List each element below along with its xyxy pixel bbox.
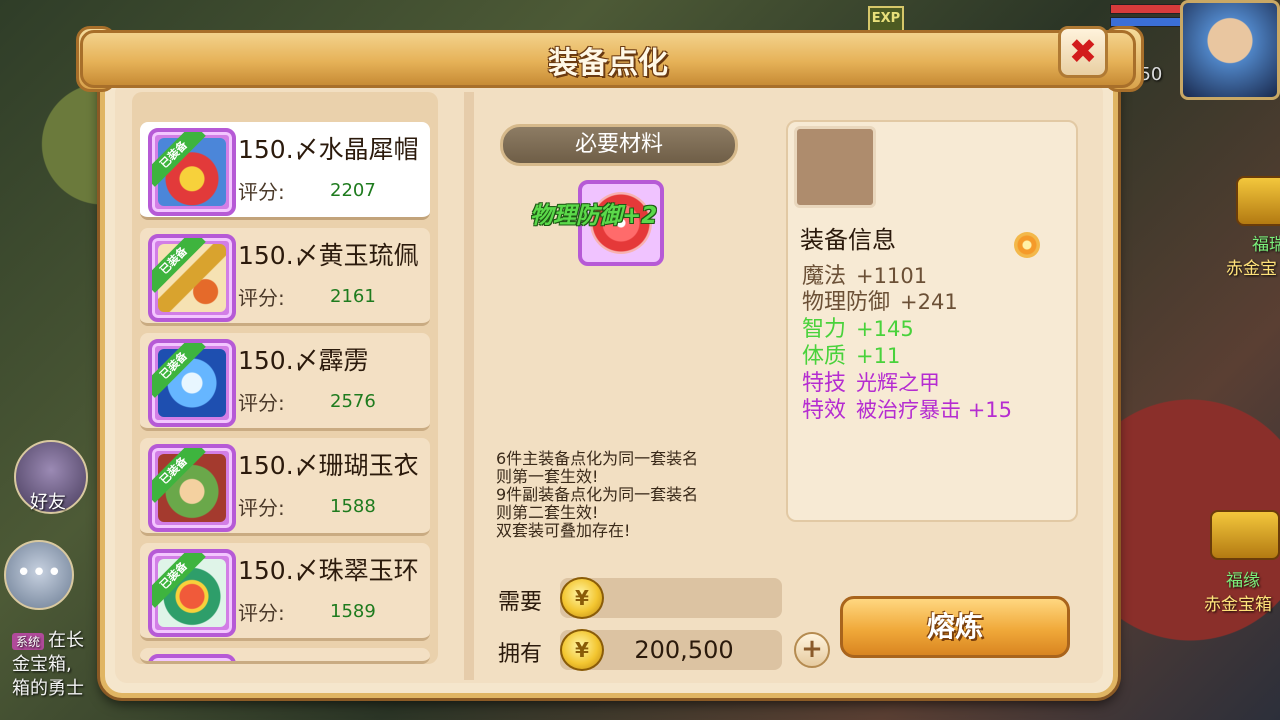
equipment-item-partial[interactable] bbox=[140, 648, 430, 664]
equipment-item[interactable]: 已装备 150.〆霹雳 评分: 2576 bbox=[140, 333, 430, 431]
system-tag: 系统 bbox=[12, 633, 45, 650]
stat-row: 特效 被治疗暴击 +15 bbox=[802, 398, 1013, 423]
crystal-helmet-icon: 已装备 bbox=[148, 128, 236, 216]
equipment-name: 150.〆霹雳 bbox=[238, 346, 369, 375]
orb-icon bbox=[1014, 232, 1040, 258]
friend-label: 好友 bbox=[30, 492, 66, 513]
score-value: 2576 bbox=[330, 391, 376, 412]
treasure-chest-icon[interactable] bbox=[1236, 176, 1280, 226]
equipment-item[interactable]: 已装备 150.〆水晶犀帽 评分: 2207 bbox=[140, 122, 430, 220]
material-effect: 物理防御+2 bbox=[530, 203, 658, 229]
gold-coin-icon: ¥ bbox=[560, 577, 604, 619]
system-chat-line: 金宝箱, bbox=[12, 654, 72, 675]
chest-subtitle: 赤金宝 bbox=[1226, 259, 1277, 279]
hp-bar bbox=[1110, 4, 1182, 14]
have-label: 拥有 bbox=[498, 642, 543, 667]
have-value: 200,500 bbox=[634, 636, 734, 664]
set-bonus-note: 6件主装备点化为同一套装名 则第一套生效! 9件副装备点化为同一套装名 则第二套… bbox=[496, 449, 699, 540]
score-value: 2207 bbox=[330, 180, 376, 201]
equipment-name: 150.〆黄玉琉佩 bbox=[238, 241, 419, 270]
score-label: 评分: bbox=[238, 496, 285, 520]
equipment-name: 150.〆珊瑚玉衣 bbox=[238, 451, 419, 480]
exp-badge: EXP bbox=[868, 6, 904, 32]
lightning-weapon-icon: 已装备 bbox=[148, 339, 236, 427]
score-label: 评分: bbox=[238, 286, 285, 310]
gold-coin-icon: ¥ bbox=[560, 629, 604, 671]
smelt-button[interactable]: 熔炼 bbox=[840, 596, 1070, 658]
equipment-item[interactable]: 已装备 150.〆珠翠玉环 评分: 1589 bbox=[140, 543, 430, 641]
score-value: 1588 bbox=[330, 496, 376, 517]
system-chat-line: 箱的勇士 bbox=[12, 678, 84, 699]
chest-title: 福缘 bbox=[1226, 571, 1260, 591]
panel-divider bbox=[464, 92, 474, 680]
amber-pendant-icon: 已装备 bbox=[148, 234, 236, 322]
equipment-slot[interactable] bbox=[794, 126, 876, 208]
equipment-icon bbox=[148, 654, 236, 661]
dialog-title: 装备点化 bbox=[548, 46, 668, 81]
info-title: 装备信息 bbox=[800, 226, 896, 254]
chat-bubble-icon[interactable]: ••• bbox=[4, 540, 74, 610]
equipment-item[interactable]: 已装备 150.〆黄玉琉佩 评分: 2161 bbox=[140, 228, 430, 326]
equipment-name: 150.〆水晶犀帽 bbox=[238, 135, 419, 164]
score-label: 评分: bbox=[238, 391, 285, 415]
chest-subtitle: 赤金宝箱 bbox=[1204, 595, 1272, 615]
equipment-name: 150.〆珠翠玉环 bbox=[238, 556, 419, 585]
score-label: 评分: bbox=[238, 601, 285, 625]
score-value: 1589 bbox=[330, 601, 376, 622]
treasure-chest-icon[interactable] bbox=[1210, 510, 1280, 560]
system-chat-line: 系统 在长 bbox=[12, 626, 84, 652]
close-icon: ✖ bbox=[1068, 32, 1098, 72]
jade-ring-icon: 已装备 bbox=[148, 549, 236, 637]
score-value: 2161 bbox=[330, 286, 376, 307]
chest-title: 福瑞 bbox=[1252, 235, 1280, 255]
materials-header: 必要材料 bbox=[500, 124, 738, 166]
coral-armor-icon: 已装备 bbox=[148, 444, 236, 532]
need-label: 需要 bbox=[498, 590, 543, 615]
close-button[interactable]: ✖ bbox=[1058, 26, 1108, 78]
add-gold-button[interactable]: + bbox=[794, 632, 830, 668]
score-label: 评分: bbox=[238, 180, 285, 204]
equipment-item[interactable]: 已装备 150.〆珊瑚玉衣 评分: 1588 bbox=[140, 438, 430, 536]
